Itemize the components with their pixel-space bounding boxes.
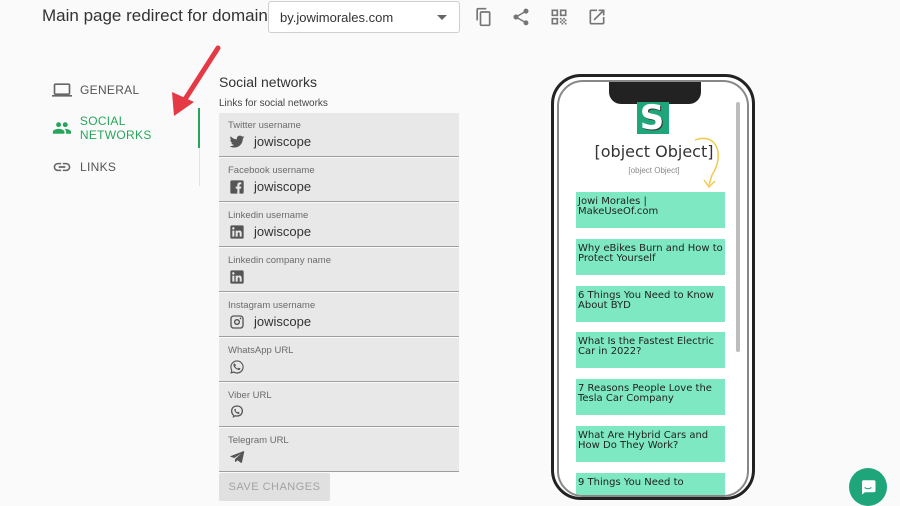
section-subtitle: Links for social networks (219, 98, 328, 109)
page-title: Main page redirect for domain (42, 6, 268, 25)
field-label: Viber URL (228, 390, 272, 401)
domain-select[interactable]: by.jowimorales.com (268, 1, 460, 33)
people-icon (52, 122, 72, 134)
field-value: jowiscope (254, 224, 312, 239)
nav-item-links[interactable]: LINKS (52, 150, 200, 184)
preview-link[interactable]: 9 Things You Need to (576, 473, 725, 495)
field-label: Linkedin username (228, 210, 309, 221)
preview-link[interactable]: What Is the Fastest Electric Car in 2022… (576, 332, 725, 368)
nav-item-label: LINKS (80, 160, 117, 174)
preview-link[interactable]: 6 Things You Need to Know About BYD (576, 286, 725, 322)
preview-link[interactable]: Why eBikes Burn and How to Protect Yours… (576, 239, 725, 275)
field-label: Facebook username (228, 165, 315, 176)
preview-scrollbar[interactable] (736, 102, 740, 352)
instagram-icon (229, 314, 245, 330)
phone-preview: S [object Object] [object Object] Jowi M… (551, 74, 755, 500)
linkedin-icon (229, 224, 245, 240)
viber-url-field[interactable]: Viber URL (219, 383, 459, 427)
curved-arrow-icon (694, 137, 720, 189)
preview-title: [object Object] (594, 142, 714, 161)
open-external-icon[interactable] (587, 7, 607, 27)
instagram-username-field[interactable]: Instagram username jowiscope (219, 293, 459, 337)
whatsapp-url-field[interactable]: WhatsApp URL (219, 338, 459, 382)
facebook-icon (229, 179, 245, 195)
chat-icon (862, 480, 876, 495)
twitter-username-field[interactable]: Twitter username jowiscope (219, 113, 459, 157)
linkedin-company-field[interactable]: Linkedin company name (219, 248, 459, 292)
preview-link[interactable]: 7 Reasons People Love the Tesla Car Comp… (576, 379, 725, 415)
linkedin-icon (229, 269, 245, 285)
save-changes-button[interactable]: SAVE CHANGES (219, 473, 330, 501)
copy-icon[interactable] (473, 7, 493, 27)
preview-link[interactable]: Jowi Morales | MakeUseOf.com (576, 192, 725, 228)
nav-item-label: GENERAL (80, 83, 140, 97)
field-label: WhatsApp URL (228, 345, 294, 356)
nav-divider-line (199, 148, 200, 186)
share-icon[interactable] (511, 7, 531, 27)
field-label: Twitter username (228, 120, 301, 131)
qr-code-icon[interactable] (549, 7, 569, 27)
preview-subtitle: [object Object] (628, 166, 680, 175)
linkedin-username-field[interactable]: Linkedin username jowiscope (219, 203, 459, 247)
viber-icon (229, 404, 245, 420)
chat-support-button[interactable] (849, 468, 887, 506)
link-icon (53, 162, 71, 172)
whatsapp-icon (229, 359, 245, 375)
facebook-username-field[interactable]: Facebook username jowiscope (219, 158, 459, 202)
field-value: jowiscope (254, 179, 312, 194)
field-value: jowiscope (254, 314, 312, 329)
chevron-down-icon (437, 15, 447, 20)
logo-letter: S (639, 98, 665, 138)
section-title: Social networks (219, 74, 318, 90)
preview-link[interactable]: What Are Hybrid Cars and How Do They Wor… (576, 426, 725, 462)
domain-select-value: by.jowimorales.com (280, 10, 394, 25)
twitter-icon (229, 134, 245, 150)
laptop-icon (52, 83, 72, 97)
field-label: Telegram URL (228, 435, 289, 446)
field-label: Instagram username (228, 300, 316, 311)
field-label: Linkedin company name (228, 255, 331, 266)
top-bar: Main page redirect for domain by.jowimor… (0, 0, 900, 36)
telegram-icon (229, 449, 245, 465)
field-value: jowiscope (254, 134, 312, 149)
profile-logo: S (637, 98, 669, 138)
telegram-url-field[interactable]: Telegram URL (219, 428, 459, 472)
phone-screen: S [object Object] [object Object] Jowi M… (557, 80, 749, 497)
